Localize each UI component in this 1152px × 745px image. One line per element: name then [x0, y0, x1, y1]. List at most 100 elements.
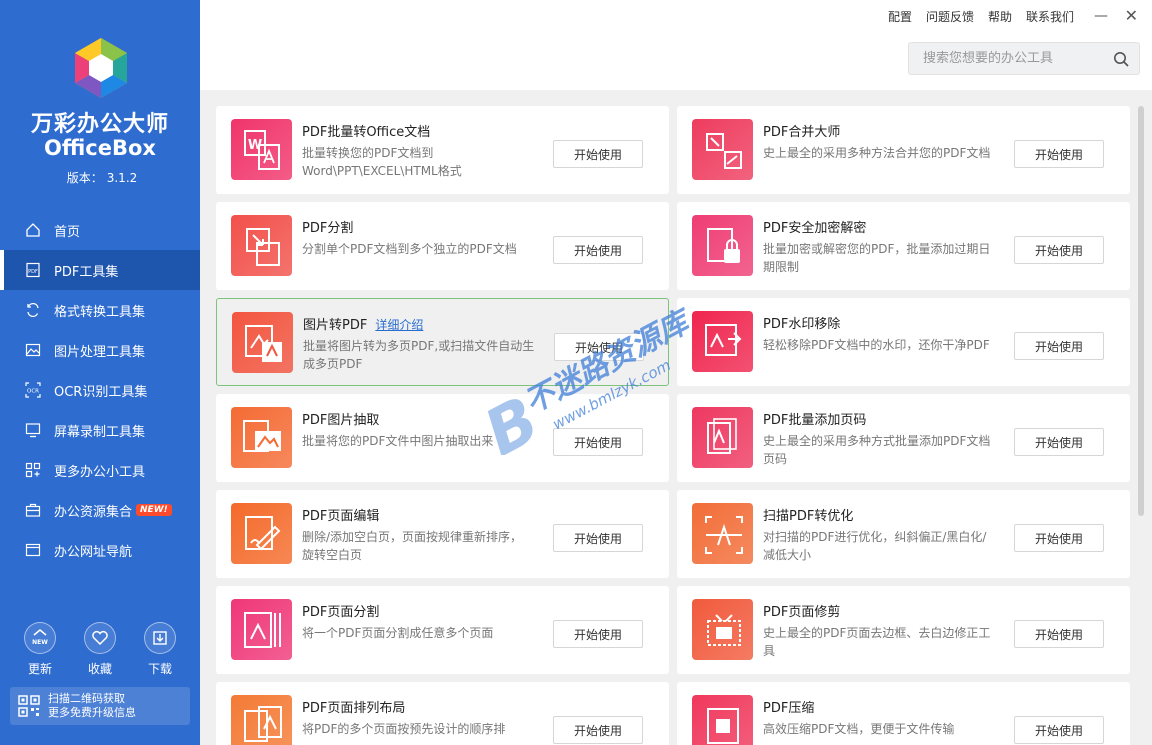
tool-title: PDF安全加密解密: [763, 217, 866, 236]
tool-card[interactable]: PDF分割 分割单个PDF文档到多个独立的PDF文档 开始使用: [216, 202, 669, 290]
download-button[interactable]: 下载: [144, 622, 176, 677]
svg-text:PDF: PDF: [28, 269, 38, 275]
tool-title: 扫描PDF转优化: [763, 505, 853, 524]
tool-title-text: PDF页面修剪: [763, 605, 841, 620]
tool-title: PDF合并大师: [763, 121, 840, 140]
start-button[interactable]: 开始使用: [1014, 332, 1104, 360]
browser-icon: [24, 541, 42, 559]
download-icon: [144, 622, 176, 654]
tool-card[interactable]: PDF页面排列布局 将PDF的多个页面按预先设计的顺序排 开始使用: [216, 682, 669, 745]
ocr-icon: OCR: [24, 381, 42, 399]
tool-description: 批量转换您的PDF文档到Word\PPT\EXCEL\HTML格式: [302, 146, 462, 178]
tool-card[interactable]: 扫描PDF转优化 对扫描的PDF进行优化，纠斜偏正/黑白化/减低大小 开始使用: [677, 490, 1130, 578]
heart-icon: [84, 622, 116, 654]
version-number: 3.1.2: [106, 171, 138, 185]
app-name-en: OfficeBox: [44, 136, 156, 160]
download-label: 下载: [147, 662, 172, 676]
scrollbar[interactable]: [1138, 106, 1144, 516]
sidebar-item-convert[interactable]: 格式转换工具集: [0, 290, 200, 330]
tool-description: 史上最全的采用多种方式批量添加PDF文档页码: [763, 434, 991, 466]
pdf-page-edit-icon: [231, 503, 292, 564]
pdf-image-extract-icon: [231, 407, 292, 468]
sidebar-bottom-buttons: NEW 更新 收藏 下载: [0, 622, 200, 677]
start-button[interactable]: 开始使用: [553, 236, 643, 264]
sidebar-item-label: 屏幕录制工具集: [54, 424, 146, 440]
tool-card[interactable]: 图片转PDF 详细介绍批量将图片转为多页PDF,或扫描文件自动生成多页PDF 开始使…: [216, 298, 669, 386]
start-button[interactable]: 开始使用: [1014, 140, 1104, 168]
tool-card[interactable]: PDF页面修剪史上最全的PDF页面去边框、去白边修正工具 开始使用: [677, 586, 1130, 674]
settings-link[interactable]: 配置: [888, 8, 912, 25]
sidebar-item-home[interactable]: 首页: [0, 210, 200, 250]
qr-text: 扫描二维码获取 更多免费升级信息: [48, 692, 136, 720]
qr-promo[interactable]: 扫描二维码获取 更多免费升级信息: [10, 687, 190, 725]
start-button[interactable]: 开始使用: [553, 140, 643, 168]
sidebar-item-label: 办公网址导航: [54, 544, 133, 560]
qr-line-2: 更多免费升级信息: [48, 706, 136, 719]
sidebar-item-label: 首页: [54, 224, 81, 240]
start-button[interactable]: 开始使用: [553, 524, 643, 552]
tool-description: 史上最全的PDF页面去边框、去白边修正工具: [763, 626, 991, 658]
minimize-button[interactable]: —: [1094, 8, 1108, 24]
image-icon: [24, 341, 42, 359]
start-button[interactable]: 开始使用: [554, 333, 644, 361]
tool-title: PDF页面修剪: [763, 601, 840, 620]
search-input[interactable]: [909, 43, 1099, 74]
tool-description: 分割单个PDF文档到多个独立的PDF文档: [302, 242, 517, 256]
start-button[interactable]: 开始使用: [1014, 716, 1104, 744]
start-button[interactable]: 开始使用: [1014, 524, 1104, 552]
tool-description: 史上最全的采用多种方法合并您的PDF文档: [763, 146, 991, 160]
briefcase-icon: [24, 501, 42, 519]
sidebar-item-screen-record[interactable]: 屏幕录制工具集: [0, 410, 200, 450]
sidebar-item-browser[interactable]: 办公网址导航: [0, 530, 200, 570]
sidebar-item-label: OCR识别工具集: [54, 384, 148, 400]
sidebar-item-grid[interactable]: 更多办公小工具: [0, 450, 200, 490]
sidebar-item-label: PDF工具集: [54, 264, 119, 280]
detail-link[interactable]: 详细介绍: [375, 318, 423, 332]
start-button[interactable]: 开始使用: [1014, 620, 1104, 648]
tool-description: 批量加密或解密您的PDF，批量添加过期日期限制: [763, 242, 991, 274]
pdf-layout-icon: [231, 695, 292, 745]
close-button[interactable]: ✕: [1125, 6, 1138, 25]
tool-title: PDF页面排列布局: [302, 697, 405, 716]
pdf-crop-icon: [692, 599, 753, 660]
feedback-link[interactable]: 问题反馈: [926, 8, 974, 25]
sidebar-item-pdf[interactable]: PDF PDF工具集: [0, 250, 200, 290]
start-button[interactable]: 开始使用: [553, 716, 643, 744]
tool-description: 将一个PDF页面分割成任意多个页面: [302, 626, 494, 640]
convert-icon: [24, 301, 42, 319]
tool-card[interactable]: PDF合并大师史上最全的采用多种方法合并您的PDF文档 开始使用: [677, 106, 1130, 194]
tool-card[interactable]: PDF批量添加页码 史上最全的采用多种方式批量添加PDF文档页码 开始使用: [677, 394, 1130, 482]
tool-card[interactable]: PDF安全加密解密批量加密或解密您的PDF，批量添加过期日期限制 开始使用: [677, 202, 1130, 290]
start-button[interactable]: 开始使用: [1014, 236, 1104, 264]
pdf-compress-icon: [692, 695, 753, 745]
tool-title-text: 扫描PDF转优化: [763, 509, 854, 524]
tool-title: PDF图片抽取: [302, 409, 379, 428]
sidebar-item-label: 格式转换工具集: [54, 304, 146, 320]
help-link[interactable]: 帮助: [988, 8, 1012, 25]
tool-card[interactable]: PDF页面分割 将一个PDF页面分割成任意多个页面 开始使用: [216, 586, 669, 674]
update-button[interactable]: NEW 更新: [24, 622, 56, 677]
tool-description: 批量将图片转为多页PDF,或扫描文件自动生成多页PDF: [303, 339, 535, 371]
scan-optimize-icon: [692, 503, 753, 564]
sidebar-item-ocr[interactable]: OCR OCR识别工具集: [0, 370, 200, 410]
sidebar-nav: 首页 PDF PDF工具集格式转换工具集图片处理工具集 OCR OCR识别工具集 屏幕录制…: [0, 210, 200, 570]
tool-card[interactable]: W PDF批量转Office文档 批量转换您的PDF文档到Word\PPT\EXCE…: [216, 106, 669, 194]
favorite-button[interactable]: 收藏: [84, 622, 116, 677]
sidebar-item-image[interactable]: 图片处理工具集: [0, 330, 200, 370]
version-prefix: 版本：: [66, 171, 103, 185]
pdf-split-icon: [231, 215, 292, 276]
tool-card[interactable]: PDF页面编辑 删除/添加空白页，页面按规律重新排序，旋转空白页 开始使用: [216, 490, 669, 578]
tool-card[interactable]: PDF图片抽取 批量将您的PDF文件中图片抽取出来 开始使用: [216, 394, 669, 482]
tool-card[interactable]: PDF水印移除 轻松移除PDF文档中的水印，还你干净PDF 开始使用: [677, 298, 1130, 386]
tool-card[interactable]: PDF压缩 高效压缩PDF文档，更便于文件传输 开始使用: [677, 682, 1130, 745]
tool-title: 图片转PDF 详细介绍: [303, 314, 423, 333]
search-icon[interactable]: [1113, 51, 1129, 67]
update-label: 更新: [27, 662, 52, 676]
sidebar-item-briefcase[interactable]: 办公资源集合 NEW!: [0, 490, 200, 530]
start-button[interactable]: 开始使用: [553, 428, 643, 456]
officebox-logo-icon: [75, 38, 127, 98]
start-button[interactable]: 开始使用: [553, 620, 643, 648]
image-to-pdf-icon: [232, 312, 293, 373]
contact-link[interactable]: 联系我们: [1026, 8, 1074, 25]
start-button[interactable]: 开始使用: [1014, 428, 1104, 456]
